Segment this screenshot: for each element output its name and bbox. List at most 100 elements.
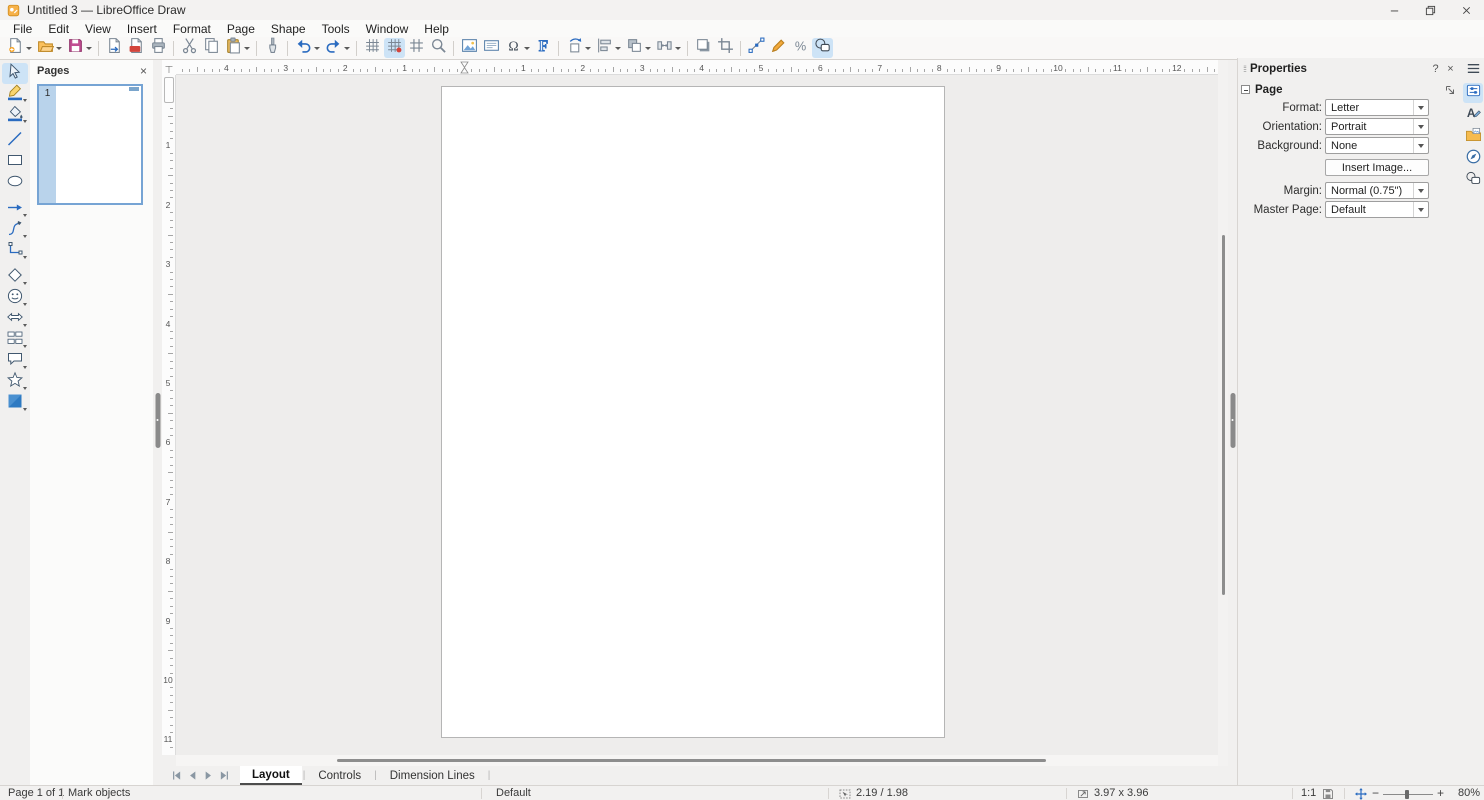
open-dropdown-arrow-icon[interactable] xyxy=(56,47,62,50)
flowchart-shapes-tool-button[interactable] xyxy=(2,330,28,351)
fill-color-dropdown-arrow-icon[interactable] xyxy=(23,120,27,123)
lines-and-arrows-dropdown-arrow-icon[interactable] xyxy=(23,214,27,217)
shadow-button[interactable] xyxy=(693,38,714,58)
properties-close-icon[interactable]: × xyxy=(1443,63,1458,75)
right-splitter-grip[interactable] xyxy=(1230,393,1235,448)
basic-shapes-tool-button[interactable] xyxy=(2,267,28,288)
zoom-in-button[interactable]: + xyxy=(1437,786,1444,800)
snap-to-grid-button[interactable] xyxy=(384,38,405,58)
cut-button[interactable] xyxy=(179,38,200,58)
gluepoints-button[interactable] xyxy=(768,38,789,58)
page-thumbnail[interactable]: 1 xyxy=(37,84,143,205)
undo-dropdown-arrow-icon[interactable] xyxy=(314,47,320,50)
arrange-button[interactable] xyxy=(624,38,653,58)
menu-help[interactable]: Help xyxy=(416,21,457,37)
distribute-selection-dropdown-arrow-icon[interactable] xyxy=(675,47,681,50)
layer-tab-layout[interactable]: Layout xyxy=(240,766,302,785)
minimize-button-icon[interactable] xyxy=(1376,0,1412,20)
callout-shapes-tool-button[interactable] xyxy=(2,351,28,372)
redo-dropdown-arrow-icon[interactable] xyxy=(344,47,350,50)
tab-navigator[interactable] xyxy=(1463,149,1483,169)
insert-line-tool-button[interactable] xyxy=(2,131,28,152)
transformations-button[interactable] xyxy=(564,38,593,58)
master-page-dropdown[interactable]: Default xyxy=(1325,201,1429,218)
left-splitter-grip[interactable] xyxy=(155,393,160,448)
paste-dropdown-arrow-icon[interactable] xyxy=(244,47,250,50)
align-objects-dropdown-arrow-icon[interactable] xyxy=(615,47,621,50)
vertical-scrollbar-thumb[interactable] xyxy=(1222,235,1225,595)
rectangle-tool-button[interactable] xyxy=(2,152,28,173)
connectors-tool-button[interactable] xyxy=(2,241,28,262)
menu-page[interactable]: Page xyxy=(219,21,263,37)
new-document-dropdown-arrow-icon[interactable] xyxy=(26,47,32,50)
print-button[interactable] xyxy=(148,38,169,58)
new-document-button[interactable] xyxy=(5,38,34,58)
3d-objects-tool-button[interactable] xyxy=(2,393,28,414)
symbol-shapes-tool-button[interactable] xyxy=(2,288,28,309)
master-page-chevron-down-icon[interactable] xyxy=(1413,202,1428,217)
tab-shapes[interactable] xyxy=(1463,171,1483,191)
zoom-level[interactable]: 80% xyxy=(1452,787,1480,799)
pages-panel-close-icon[interactable]: × xyxy=(140,66,147,76)
symbol-shapes-dropdown-arrow-icon[interactable] xyxy=(23,303,27,306)
stars-and-banners-tool-button[interactable] xyxy=(2,372,28,393)
previous-page-button[interactable] xyxy=(184,768,200,784)
menu-shape[interactable]: Shape xyxy=(263,21,314,37)
collapse-section-icon[interactable] xyxy=(1241,85,1250,94)
save-dropdown-arrow-icon[interactable] xyxy=(86,47,92,50)
block-arrows-dropdown-arrow-icon[interactable] xyxy=(23,324,27,327)
menu-file[interactable]: File xyxy=(5,21,40,37)
drawing-canvas[interactable] xyxy=(176,75,1218,755)
fill-color-tool-button[interactable] xyxy=(2,105,28,126)
tab-gallery[interactable] xyxy=(1463,127,1483,147)
page-section-header[interactable]: Page xyxy=(1238,80,1462,99)
flowchart-shapes-dropdown-arrow-icon[interactable] xyxy=(23,345,27,348)
basic-shapes-dropdown-arrow-icon[interactable] xyxy=(23,282,27,285)
margin-dropdown[interactable]: Normal (0.75") xyxy=(1325,182,1429,199)
insert-special-characters-button[interactable]: Ω xyxy=(503,38,532,58)
layer-tab-controls[interactable]: Controls xyxy=(306,766,373,785)
export-button[interactable] xyxy=(104,38,125,58)
background-dropdown[interactable]: None xyxy=(1325,137,1429,154)
curves-and-polygons-dropdown-arrow-icon[interactable] xyxy=(23,235,27,238)
orientation-chevron-down-icon[interactable] xyxy=(1413,119,1428,134)
callout-shapes-dropdown-arrow-icon[interactable] xyxy=(23,366,27,369)
format-chevron-down-icon[interactable] xyxy=(1413,100,1428,115)
ellipse-tool-button[interactable] xyxy=(2,173,28,194)
zoom-pan-button[interactable] xyxy=(428,38,449,58)
vertical-scrollbar[interactable] xyxy=(1218,60,1228,766)
sidebar-settings-menu[interactable] xyxy=(1463,61,1483,81)
line-color-dropdown-arrow-icon[interactable] xyxy=(23,99,27,102)
open-button[interactable] xyxy=(35,38,64,58)
copy-button[interactable] xyxy=(201,38,222,58)
line-color-tool-button[interactable] xyxy=(2,84,28,105)
align-objects-button[interactable] xyxy=(594,38,623,58)
3d-objects-dropdown-arrow-icon[interactable] xyxy=(23,408,27,411)
fit-page-icon[interactable] xyxy=(1355,788,1367,800)
insert-fontwork-button[interactable]: F xyxy=(533,38,554,58)
insert-image-button[interactable]: Insert Image... xyxy=(1325,159,1429,176)
block-arrows-tool-button[interactable] xyxy=(2,309,28,330)
export-pdf-button[interactable] xyxy=(126,38,147,58)
last-page-button[interactable] xyxy=(216,768,232,784)
orientation-dropdown[interactable]: Portrait xyxy=(1325,118,1429,135)
insert-text-box-button[interactable] xyxy=(481,38,502,58)
edit-points-button[interactable] xyxy=(746,38,767,58)
layer-tab-dimension-lines[interactable]: Dimension Lines xyxy=(378,766,487,785)
restore-button-icon[interactable] xyxy=(1412,0,1448,20)
helplines-while-moving-button[interactable] xyxy=(406,38,427,58)
margin-chevron-down-icon[interactable] xyxy=(1413,183,1428,198)
distribute-selection-button[interactable] xyxy=(654,38,683,58)
page-style[interactable]: Default xyxy=(496,787,531,799)
crop-image-button[interactable] xyxy=(715,38,736,58)
scale-ratio[interactable]: 1:1 xyxy=(1301,787,1316,799)
close-button-icon[interactable] xyxy=(1448,0,1484,20)
next-page-button[interactable] xyxy=(200,768,216,784)
menu-format[interactable]: Format xyxy=(165,21,219,37)
insert-image-button[interactable] xyxy=(459,38,480,58)
right-panel-splitter[interactable] xyxy=(1228,60,1237,785)
stars-and-banners-dropdown-arrow-icon[interactable] xyxy=(23,387,27,390)
insert-special-characters-dropdown-arrow-icon[interactable] xyxy=(524,47,530,50)
select-tool-button[interactable] xyxy=(2,63,28,84)
clone-formatting-button[interactable] xyxy=(262,38,283,58)
